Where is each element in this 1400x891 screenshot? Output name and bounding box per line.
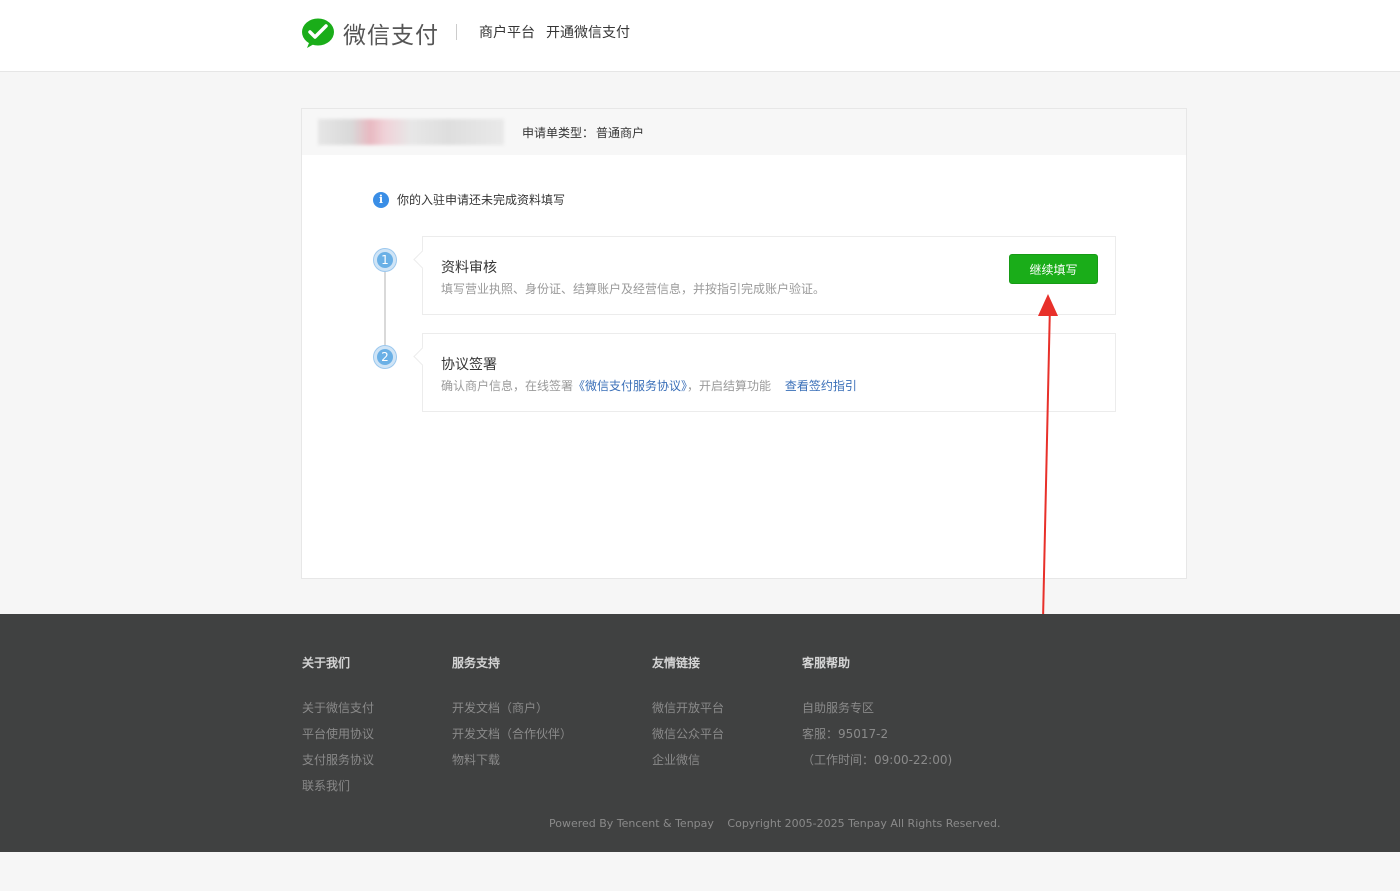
wechat-pay-logo-icon [302,18,334,48]
wechat-pay-logo[interactable]: 微信支付 [301,16,439,50]
site-footer: 关于我们 关于微信支付 平台使用协议 支付服务协议 联系我们 服务支持 开发文档… [0,614,1400,852]
notice-text: 你的入驻申请还未完成资料填写 [397,193,566,207]
top-header: 微信支付 商户平台 开通微信支付 [0,0,1400,72]
footer-link[interactable]: 支付服务协议 [302,747,374,773]
step-2-desc-prefix: 确认商户信息，在线签署 [441,379,574,393]
application-type-value: 普通商户 [596,126,645,140]
step-1-panel: 资料审核 填写营业执照、身份证、结算账户及经营信息，并按指引完成账户验证。 继续… [422,236,1116,315]
footer-heading-support: 服务支持 [452,656,501,670]
card-header: 申请单类型： 普通商户 [302,109,1186,155]
footer-column-help: 客服帮助 自助服务专区 客服：95017-2 （工作时间：09:00-22:00… [802,654,952,773]
continue-fill-button[interactable]: 继续填写 [1009,254,1098,284]
step-2-title: 协议签署 [441,357,497,373]
footer-heading-links: 友情链接 [652,656,701,670]
footer-link[interactable]: 联系我们 [302,773,374,799]
step-connector [384,271,386,347]
footer-link[interactable]: 开发文档（商户） [452,695,572,721]
customer-service-phone: 客服：95017-2 [802,727,889,741]
step-2-desc-suffix: ，开启结算功能 [687,379,772,393]
header-divider [456,24,457,40]
annotation-arrow [1038,294,1058,620]
footer-link[interactable]: 自助服务专区 [802,695,952,721]
step-1-title: 资料审核 [441,260,497,276]
service-hours: （工作时间：09:00-22:00) [802,753,953,767]
footer-link[interactable]: 平台使用协议 [302,721,374,747]
footer-link[interactable]: 企业微信 [652,747,724,773]
service-agreement-link[interactable]: 《微信支付服务协议》 [573,379,687,393]
step-2-panel: 协议签署 确认商户信息，在线签署《微信支付服务协议》，开启结算功能 查看签约指引 [422,333,1116,412]
footer-heading-help: 客服帮助 [802,656,851,670]
step-1-badge: 1 [374,249,396,271]
footer-column-about: 关于我们 关于微信支付 平台使用协议 支付服务协议 联系我们 [302,654,374,799]
step-2-description: 确认商户信息，在线签署《微信支付服务协议》，开启结算功能 查看签约指引 [441,377,857,394]
step-1-description: 填写营业执照、身份证、结算账户及经营信息，并按指引完成账户验证。 [441,282,826,296]
footer-link[interactable]: 微信公众平台 [652,721,724,747]
copyright-text: Copyright 2005-2025 Tenpay All Rights Re… [727,817,1001,830]
powered-by: Powered By Tencent & Tenpay [549,817,714,830]
step-2-badge: 2 [374,346,396,368]
brand-name: 微信支付 [343,23,439,49]
bottom-strip [0,852,1400,891]
nav-open-wechat-pay[interactable]: 开通微信支付 [546,22,630,42]
redacted-merchant-name [318,119,504,145]
copyright-line: Powered By Tencent & Tenpay Copyright 20… [549,817,1000,830]
footer-link[interactable]: 开发文档（合作伙伴） [452,721,572,747]
incomplete-notice: i 你的入驻申请还未完成资料填写 [373,191,565,208]
signing-guide-link[interactable]: 查看签约指引 [785,379,857,393]
application-type-label: 申请单类型： [522,126,595,140]
footer-link[interactable]: 物料下载 [452,747,572,773]
info-icon: i [373,191,389,208]
footer-heading-about: 关于我们 [302,656,351,670]
nav-merchant-platform[interactable]: 商户平台 [479,22,535,42]
footer-column-links: 友情链接 微信开放平台 微信公众平台 企业微信 [652,654,724,773]
footer-link[interactable]: 微信开放平台 [652,695,724,721]
footer-link[interactable]: 关于微信支付 [302,695,374,721]
footer-column-support: 服务支持 开发文档（商户） 开发文档（合作伙伴） 物料下载 [452,654,572,773]
